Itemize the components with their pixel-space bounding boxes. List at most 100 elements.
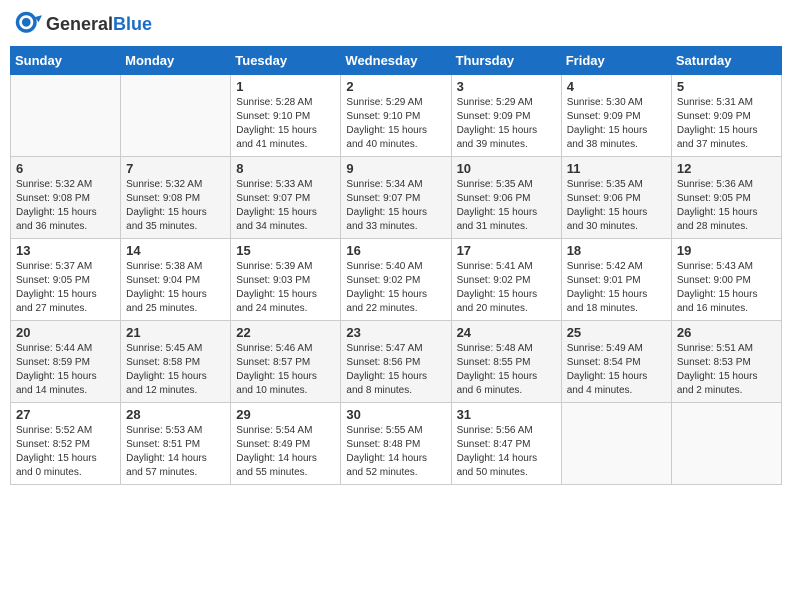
day-number: 30 <box>346 407 445 422</box>
weekday-header: Sunday <box>11 47 121 75</box>
calendar-cell <box>121 75 231 157</box>
calendar-week-row: 6 Sunrise: 5:32 AMSunset: 9:08 PMDaylight… <box>11 157 782 239</box>
calendar-cell: 28Sunrise: 5:53 AMSunset: 8:51 PMDayligh… <box>121 403 231 485</box>
day-number: 11 <box>567 161 666 176</box>
day-detail: Sunrise: 5:35 AMSunset: 9:06 PMDaylight:… <box>457 178 556 234</box>
day-number: 2 <box>346 79 445 94</box>
day-number: 29 <box>236 407 335 422</box>
calendar-cell: 24 Sunrise: 5:48 AMSunset: 8:55 PMDayligh… <box>451 321 561 403</box>
calendar-cell: 14 Sunrise: 5:38 AMSunset: 9:04 PMDayligh… <box>121 239 231 321</box>
weekday-header: Friday <box>561 47 671 75</box>
day-number: 24 <box>457 325 556 340</box>
calendar-header-row: SundayMondayTuesdayWednesdayThursdayFrid… <box>11 47 782 75</box>
calendar-cell: 11 Sunrise: 5:35 AMSunset: 9:06 PMDayligh… <box>561 157 671 239</box>
day-detail: Sunrise: 5:47 AMSunset: 8:56 PMDaylight:… <box>346 342 445 398</box>
logo-general-text: General <box>46 14 113 34</box>
day-detail: Sunrise: 5:29 AMSunset: 9:09 PMDaylight:… <box>457 96 556 152</box>
calendar-cell: 22 Sunrise: 5:46 AMSunset: 8:57 PMDayligh… <box>231 321 341 403</box>
logo: GeneralBlue <box>14 10 152 38</box>
calendar-cell: 13 Sunrise: 5:37 AMSunset: 9:05 PMDayligh… <box>11 239 121 321</box>
day-detail: Sunrise: 5:35 AMSunset: 9:06 PMDaylight:… <box>567 178 666 234</box>
day-number: 14 <box>126 243 225 258</box>
day-number: 28 <box>126 407 225 422</box>
calendar-cell: 9Sunrise: 5:34 AMSunset: 9:07 PMDaylight… <box>341 157 451 239</box>
day-number: 16 <box>346 243 445 258</box>
calendar-cell: 31Sunrise: 5:56 AMSunset: 8:47 PMDayligh… <box>451 403 561 485</box>
calendar-cell: 12 Sunrise: 5:36 AMSunset: 9:05 PMDayligh… <box>671 157 781 239</box>
calendar-week-row: 27 Sunrise: 5:52 AMSunset: 8:52 PMDayligh… <box>11 403 782 485</box>
calendar-week-row: 20Sunrise: 5:44 AMSunset: 8:59 PMDayligh… <box>11 321 782 403</box>
day-number: 13 <box>16 243 115 258</box>
day-detail: Sunrise: 5:29 AMSunset: 9:10 PMDaylight:… <box>346 96 445 152</box>
day-detail: Sunrise: 5:52 AMSunset: 8:52 PMDaylight:… <box>16 424 115 480</box>
calendar-cell: 17 Sunrise: 5:41 AMSunset: 9:02 PMDayligh… <box>451 239 561 321</box>
day-detail: Sunrise: 5:49 AMSunset: 8:54 PMDaylight:… <box>567 342 666 398</box>
calendar-cell: 3Sunrise: 5:29 AMSunset: 9:09 PMDaylight… <box>451 75 561 157</box>
weekday-header: Tuesday <box>231 47 341 75</box>
day-detail: Sunrise: 5:56 AMSunset: 8:47 PMDaylight:… <box>457 424 556 480</box>
calendar-cell: 30 Sunrise: 5:55 AMSunset: 8:48 PMDayligh… <box>341 403 451 485</box>
day-number: 19 <box>677 243 776 258</box>
calendar-cell <box>11 75 121 157</box>
weekday-header: Wednesday <box>341 47 451 75</box>
day-detail: Sunrise: 5:31 AMSunset: 9:09 PMDaylight:… <box>677 96 776 152</box>
calendar-cell <box>561 403 671 485</box>
calendar-cell: 16 Sunrise: 5:40 AMSunset: 9:02 PMDayligh… <box>341 239 451 321</box>
page-header: GeneralBlue <box>10 10 782 38</box>
calendar-cell: 26 Sunrise: 5:51 AMSunset: 8:53 PMDayligh… <box>671 321 781 403</box>
day-number: 4 <box>567 79 666 94</box>
day-detail: Sunrise: 5:42 AMSunset: 9:01 PMDaylight:… <box>567 260 666 316</box>
calendar-cell: 4 Sunrise: 5:30 AMSunset: 9:09 PMDaylight… <box>561 75 671 157</box>
day-detail: Sunrise: 5:39 AMSunset: 9:03 PMDaylight:… <box>236 260 335 316</box>
logo-icon <box>14 10 42 38</box>
day-detail: Sunrise: 5:40 AMSunset: 9:02 PMDaylight:… <box>346 260 445 316</box>
calendar-cell: 27 Sunrise: 5:52 AMSunset: 8:52 PMDayligh… <box>11 403 121 485</box>
day-number: 22 <box>236 325 335 340</box>
day-detail: Sunrise: 5:38 AMSunset: 9:04 PMDaylight:… <box>126 260 225 316</box>
day-detail: Sunrise: 5:36 AMSunset: 9:05 PMDaylight:… <box>677 178 776 234</box>
day-number: 8 <box>236 161 335 176</box>
calendar-cell: 8Sunrise: 5:33 AMSunset: 9:07 PMDaylight… <box>231 157 341 239</box>
calendar-cell: 5 Sunrise: 5:31 AMSunset: 9:09 PMDaylight… <box>671 75 781 157</box>
day-detail: Sunrise: 5:51 AMSunset: 8:53 PMDaylight:… <box>677 342 776 398</box>
day-detail: Sunrise: 5:55 AMSunset: 8:48 PMDaylight:… <box>346 424 445 480</box>
calendar-cell: 10Sunrise: 5:35 AMSunset: 9:06 PMDayligh… <box>451 157 561 239</box>
day-detail: Sunrise: 5:48 AMSunset: 8:55 PMDaylight:… <box>457 342 556 398</box>
weekday-header: Thursday <box>451 47 561 75</box>
calendar-cell: 7 Sunrise: 5:32 AMSunset: 9:08 PMDaylight… <box>121 157 231 239</box>
calendar-week-row: 1Sunrise: 5:28 AMSunset: 9:10 PMDaylight… <box>11 75 782 157</box>
calendar-cell: 29 Sunrise: 5:54 AMSunset: 8:49 PMDayligh… <box>231 403 341 485</box>
calendar-cell: 2 Sunrise: 5:29 AMSunset: 9:10 PMDaylight… <box>341 75 451 157</box>
day-number: 7 <box>126 161 225 176</box>
day-detail: Sunrise: 5:54 AMSunset: 8:49 PMDaylight:… <box>236 424 335 480</box>
day-number: 23 <box>346 325 445 340</box>
day-detail: Sunrise: 5:41 AMSunset: 9:02 PMDaylight:… <box>457 260 556 316</box>
day-detail: Sunrise: 5:30 AMSunset: 9:09 PMDaylight:… <box>567 96 666 152</box>
day-number: 27 <box>16 407 115 422</box>
day-number: 20 <box>16 325 115 340</box>
calendar-cell: 15 Sunrise: 5:39 AMSunset: 9:03 PMDayligh… <box>231 239 341 321</box>
day-number: 15 <box>236 243 335 258</box>
day-number: 17 <box>457 243 556 258</box>
day-detail: Sunrise: 5:46 AMSunset: 8:57 PMDaylight:… <box>236 342 335 398</box>
calendar-cell: 18 Sunrise: 5:42 AMSunset: 9:01 PMDayligh… <box>561 239 671 321</box>
weekday-header: Monday <box>121 47 231 75</box>
calendar-cell: 19 Sunrise: 5:43 AMSunset: 9:00 PMDayligh… <box>671 239 781 321</box>
day-number: 5 <box>677 79 776 94</box>
day-number: 21 <box>126 325 225 340</box>
day-detail: Sunrise: 5:43 AMSunset: 9:00 PMDaylight:… <box>677 260 776 316</box>
day-number: 6 <box>16 161 115 176</box>
day-detail: Sunrise: 5:45 AMSunset: 8:58 PMDaylight:… <box>126 342 225 398</box>
day-number: 12 <box>677 161 776 176</box>
calendar-cell: 1Sunrise: 5:28 AMSunset: 9:10 PMDaylight… <box>231 75 341 157</box>
day-number: 26 <box>677 325 776 340</box>
calendar-cell: 25 Sunrise: 5:49 AMSunset: 8:54 PMDayligh… <box>561 321 671 403</box>
day-detail: Sunrise: 5:37 AMSunset: 9:05 PMDaylight:… <box>16 260 115 316</box>
calendar-week-row: 13 Sunrise: 5:37 AMSunset: 9:05 PMDayligh… <box>11 239 782 321</box>
calendar-cell: 21 Sunrise: 5:45 AMSunset: 8:58 PMDayligh… <box>121 321 231 403</box>
calendar-cell: 23 Sunrise: 5:47 AMSunset: 8:56 PMDayligh… <box>341 321 451 403</box>
day-detail: Sunrise: 5:32 AMSunset: 9:08 PMDaylight:… <box>126 178 225 234</box>
calendar-table: SundayMondayTuesdayWednesdayThursdayFrid… <box>10 46 782 485</box>
day-number: 18 <box>567 243 666 258</box>
day-number: 25 <box>567 325 666 340</box>
